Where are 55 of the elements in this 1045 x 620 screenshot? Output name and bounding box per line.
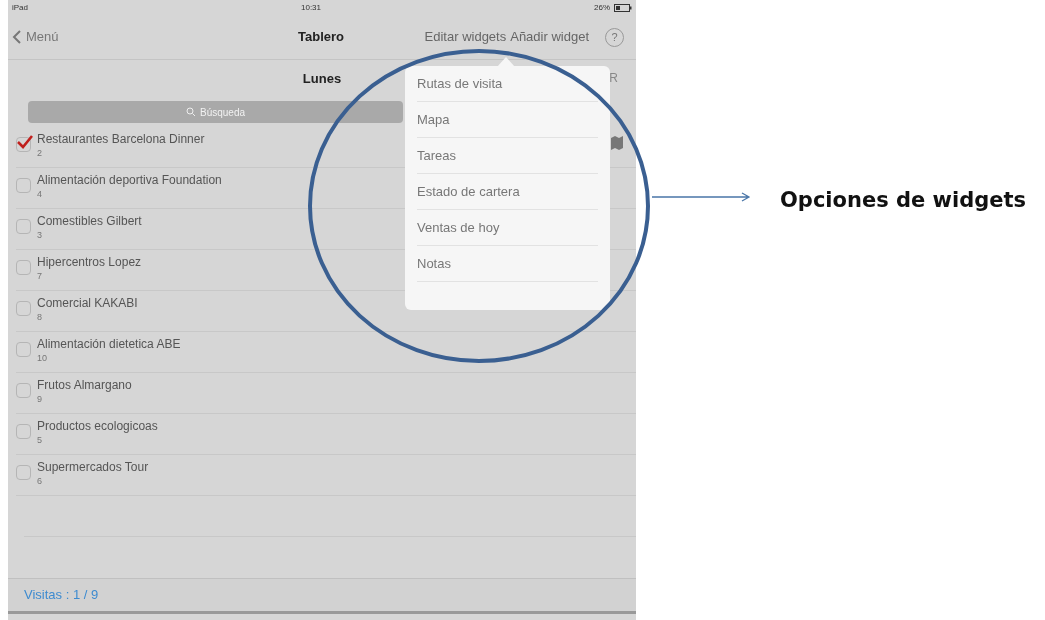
device-label: iPad (12, 1, 28, 14)
header-right-text: R (609, 70, 618, 88)
checkmark-icon (17, 135, 33, 150)
widget-option[interactable]: Estado de cartera (417, 174, 598, 210)
visit-name: Frutos Almargano (37, 377, 132, 394)
visit-name: Productos ecologicoas (37, 418, 158, 435)
clock: 10:31 (301, 1, 321, 14)
visit-name: Supermercados Tour (37, 459, 149, 476)
visit-name: Comercial KAKABI (37, 295, 138, 312)
nav-action-link[interactable]: Editar widgets (424, 27, 507, 47)
visit-number: 9 (37, 393, 43, 407)
visit-number: 2 (37, 147, 43, 161)
widget-option[interactable]: Notas (417, 246, 598, 282)
visit-row[interactable]: Frutos Almargano 9 (16, 373, 636, 415)
annotation-label: Opciones de widgets (780, 187, 1026, 214)
checkbox[interactable] (16, 178, 31, 194)
widget-option[interactable]: Tareas (417, 138, 598, 174)
map-icon (610, 135, 624, 152)
visit-name: Alimentación deportiva Foundation (37, 172, 222, 189)
visit-name: Comestibles Gilbert (37, 213, 142, 230)
visit-number: 4 (37, 188, 43, 202)
visit-number: 8 (37, 311, 43, 325)
widget-option[interactable]: Mapa (417, 102, 598, 138)
checkbox[interactable] (16, 260, 31, 276)
visit-number: 3 (37, 229, 43, 243)
checkbox[interactable] (16, 342, 31, 358)
visit-row[interactable]: Productos ecologicoas 5 (16, 414, 636, 456)
back-button[interactable]: Menú (12, 27, 59, 47)
widget-option[interactable]: Rutas de visita (417, 66, 598, 102)
visit-number: 10 (37, 352, 48, 366)
screen-title: Tablero (298, 28, 344, 47)
visit-number: 6 (37, 475, 43, 489)
visit-name: Restaurantes Barcelona Dinner (37, 131, 205, 148)
battery-percent: 26% (594, 1, 610, 14)
visit-name: Hipercentros Lopez (37, 254, 142, 271)
arrow-icon (652, 192, 752, 202)
checkbox[interactable] (16, 301, 31, 317)
search-placeholder: Búsqueda (199, 105, 245, 120)
visit-name: Alimentación dietetica ABE (37, 336, 181, 353)
checkbox[interactable] (16, 465, 31, 481)
checkbox[interactable] (16, 137, 31, 153)
widget-option[interactable]: Ventas de hoy (417, 210, 598, 246)
checkbox[interactable] (16, 219, 31, 235)
day-title: Lunes (302, 69, 342, 88)
visit-number: 5 (37, 434, 43, 448)
visits-counter: Visitas : 1 / 9 (24, 586, 99, 605)
visit-row[interactable]: Supermercados Tour 6 (16, 455, 636, 497)
nav-action-link[interactable]: Añadir widget (510, 27, 589, 47)
visit-row[interactable]: Alimentación dietetica ABE 10 (16, 332, 636, 374)
chevron-left-icon (12, 29, 22, 46)
checkbox[interactable] (16, 424, 31, 440)
battery-icon (614, 3, 632, 12)
search-icon (185, 107, 196, 118)
checkbox[interactable] (16, 383, 31, 399)
visit-number: 7 (37, 270, 43, 284)
